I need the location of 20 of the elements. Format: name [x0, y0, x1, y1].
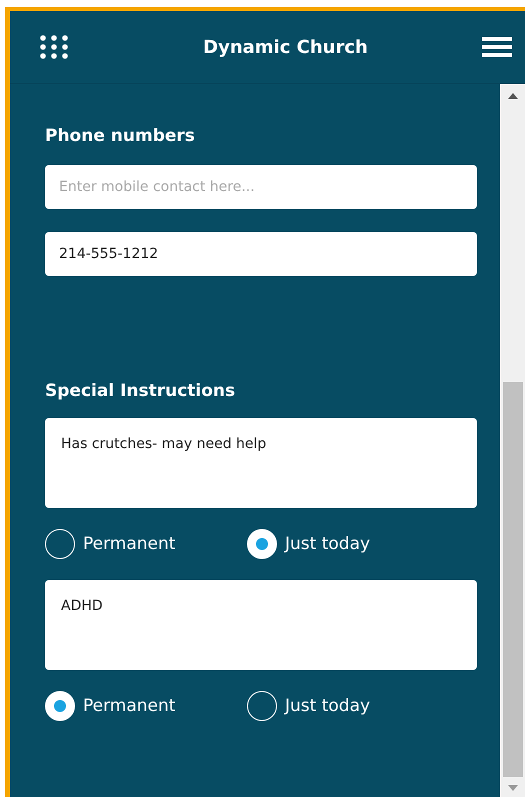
radio-button[interactable] [45, 691, 75, 721]
scrollbar[interactable] [500, 84, 525, 797]
instructions-text-area[interactable]: Has crutches- may need help [45, 418, 477, 508]
scroll-up-icon[interactable] [508, 93, 518, 99]
scrollbar-thumb[interactable] [502, 382, 522, 777]
radio-button[interactable] [247, 691, 277, 721]
app-title: Dynamic Church [203, 36, 368, 58]
section-label: Special Instructions [45, 381, 236, 401]
menu-icon[interactable] [482, 35, 512, 59]
radio-label: Permanent [83, 696, 176, 716]
phone-input-field[interactable]: 214-555-1212 [45, 232, 477, 276]
radio-button[interactable] [45, 529, 75, 559]
radio-label: Just today [285, 534, 370, 554]
app-grid-icon[interactable] [39, 34, 69, 60]
radio-button[interactable] [247, 529, 277, 559]
radio-label: Just today [285, 696, 370, 716]
phone-input-field[interactable]: Enter mobile contact here... [45, 165, 477, 209]
radio-label: Permanent [83, 534, 176, 554]
instructions-text-area[interactable]: ADHD [45, 580, 477, 670]
section-label: Phone numbers [45, 126, 196, 146]
